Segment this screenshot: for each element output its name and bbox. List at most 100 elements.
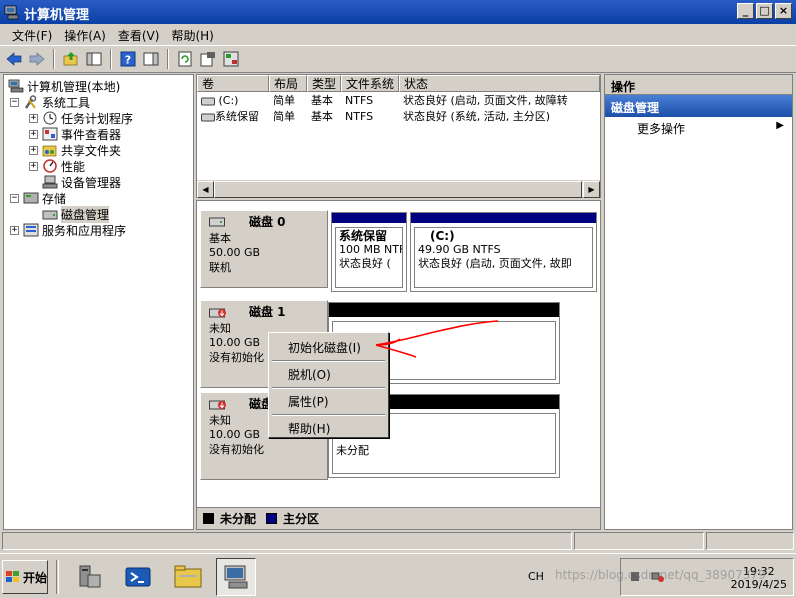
partition-title: 系统保留 [339,229,388,243]
expand-icon[interactable]: + [29,129,38,139]
taskbar-computer-management[interactable] [216,558,256,596]
table-row[interactable]: 系统保留 简单 基本 NTFS 状态良好 (系统, 活动, 主分区) [197,109,598,125]
taskbar-powershell[interactable] [118,558,158,596]
disk-offline-icon [209,308,226,318]
unallocated-swatch [203,513,214,524]
input-language-indicator[interactable]: CH [528,570,544,583]
filesystem-cell: NTFS [345,110,374,123]
tree-item-disk-management[interactable]: 磁盘管理 [42,205,110,223]
disk-settings-icon [223,51,239,67]
disk-state: 联机 [209,261,231,274]
action-pane-icon [143,52,159,66]
tree-item-device-manager[interactable]: 设备管理器 [42,174,121,190]
volume-list-header: 卷 布局 类型 文件系统 状态 [197,75,600,92]
services-icon [23,223,39,237]
column-header-layout[interactable]: 布局 [269,75,307,92]
column-header-volume[interactable]: 卷 [197,75,269,92]
table-row[interactable]: (C:) 简单 基本 NTFS 状态良好 (启动, 页面文件, 故障转 [197,93,598,109]
taskbar-explorer[interactable] [168,558,208,596]
expand-icon[interactable]: + [29,113,38,123]
help-icon: ? [120,51,136,67]
volume-name: 系统保留 [215,110,259,123]
storage-icon [23,192,39,204]
tree-item-task-scheduler[interactable]: + 任务计划程序 [29,110,133,126]
tree-item-storage[interactable]: − 存储 [10,190,66,206]
menu-item-offline[interactable]: 脱机(O) [272,362,385,384]
status-cell [574,532,704,550]
column-header-filesystem[interactable]: 文件系统 [341,75,399,92]
tree-item-shared-folders[interactable]: + 共享文件夹 [29,142,121,158]
partition-system-reserved[interactable]: 系统保留 100 MB NTFS 状态良好 ( [331,212,407,292]
tree-label: 计算机管理(本地) [27,79,121,94]
svg-text:?: ? [125,54,131,67]
column-header-type[interactable]: 类型 [307,75,341,92]
volume-icon [201,113,215,121]
disk-0-label[interactable]: 磁盘 0 基本 50.00 GB 联机 [200,210,328,288]
computer-management-icon [8,79,24,93]
status-cell [706,532,794,550]
menu-help[interactable]: 帮助(H) [165,24,219,45]
shared-folder-icon [42,145,57,157]
show-action-pane-button[interactable] [141,49,161,69]
menu-item-help[interactable]: 帮助(H) [272,416,385,438]
more-actions-item[interactable]: 更多操作 ▶ [605,117,792,137]
properties-icon [200,52,215,67]
disk-offline-icon [209,400,226,410]
powershell-icon [125,567,151,587]
actions-section-disk-management[interactable]: 磁盘管理 [605,95,792,117]
scroll-left-button[interactable]: ◀ [197,181,214,198]
windows-logo-icon [6,571,19,582]
forward-button[interactable] [27,49,47,69]
primary-swatch [266,513,278,524]
close-button[interactable]: × [775,3,792,19]
back-button[interactable] [4,49,24,69]
partition-c-drive[interactable]: (C:) 49.90 GB NTFS 状态良好 (启动, 页面文件, 故即 [410,212,597,292]
menu-action[interactable]: 操作(A) [58,24,112,45]
taskbar-server-manager[interactable] [68,558,108,596]
horizontal-scrollbar[interactable]: ◀ ▶ [197,180,600,198]
column-header-status[interactable]: 状态 [399,75,600,92]
tree-item-services-apps[interactable]: + 服务和应用程序 [10,222,126,238]
maximize-button[interactable]: □ [756,3,773,19]
up-level-button[interactable] [61,49,81,69]
tree-item-root[interactable]: 计算机管理(本地) [8,78,120,94]
menu-item-properties[interactable]: 属性(P) [272,389,385,411]
menu-view[interactable]: 查看(V) [112,24,166,45]
tree-item-system-tools[interactable]: − 系统工具 [10,94,90,110]
show-hide-tree-button[interactable] [84,49,104,69]
window-titlebar[interactable]: 计算机管理 _ □ × [0,0,796,24]
computer-management-icon [224,565,248,589]
start-button[interactable]: 开始 [2,560,48,594]
help-button[interactable]: ? [118,49,138,69]
refresh-button[interactable] [175,49,195,69]
disk-view-button[interactable] [221,49,241,69]
refresh-icon [178,51,192,67]
properties-button[interactable] [198,49,218,69]
tools-icon [24,95,37,109]
scroll-thumb[interactable] [214,181,582,198]
collapse-icon[interactable]: − [10,97,19,107]
layout-cell: 简单 [273,110,295,123]
collapse-icon[interactable]: − [10,193,19,203]
scroll-right-button[interactable]: ▶ [583,181,600,198]
toolbar-separator [167,49,169,69]
clock-icon [43,111,57,125]
partition-status: 状态良好 ( [339,257,391,270]
tree-label: 服务和应用程序 [42,223,127,238]
partition-detail: 49.90 GB NTFS [418,243,501,256]
taskbar-grip [56,560,59,594]
submenu-arrow-icon: ▶ [776,120,784,131]
partition-bar [332,213,406,223]
status-cell [2,532,572,550]
expand-icon[interactable]: + [29,145,38,155]
partition-info: (C:) 49.90 GB NTFS 状态良好 (启动, 页面文件, 故即 [414,227,593,288]
tree-label: 系统工具 [42,95,91,110]
expand-icon[interactable]: + [29,161,38,171]
expand-icon[interactable]: + [10,225,19,235]
toolbar-separator [110,49,112,69]
toolbar-separator [53,49,55,69]
tree-item-performance[interactable]: + 性能 [29,158,85,174]
menu-file[interactable]: 文件(F) [6,24,58,45]
tree-item-event-viewer[interactable]: + 事件查看器 [29,126,121,142]
minimize-button[interactable]: _ [737,3,754,19]
